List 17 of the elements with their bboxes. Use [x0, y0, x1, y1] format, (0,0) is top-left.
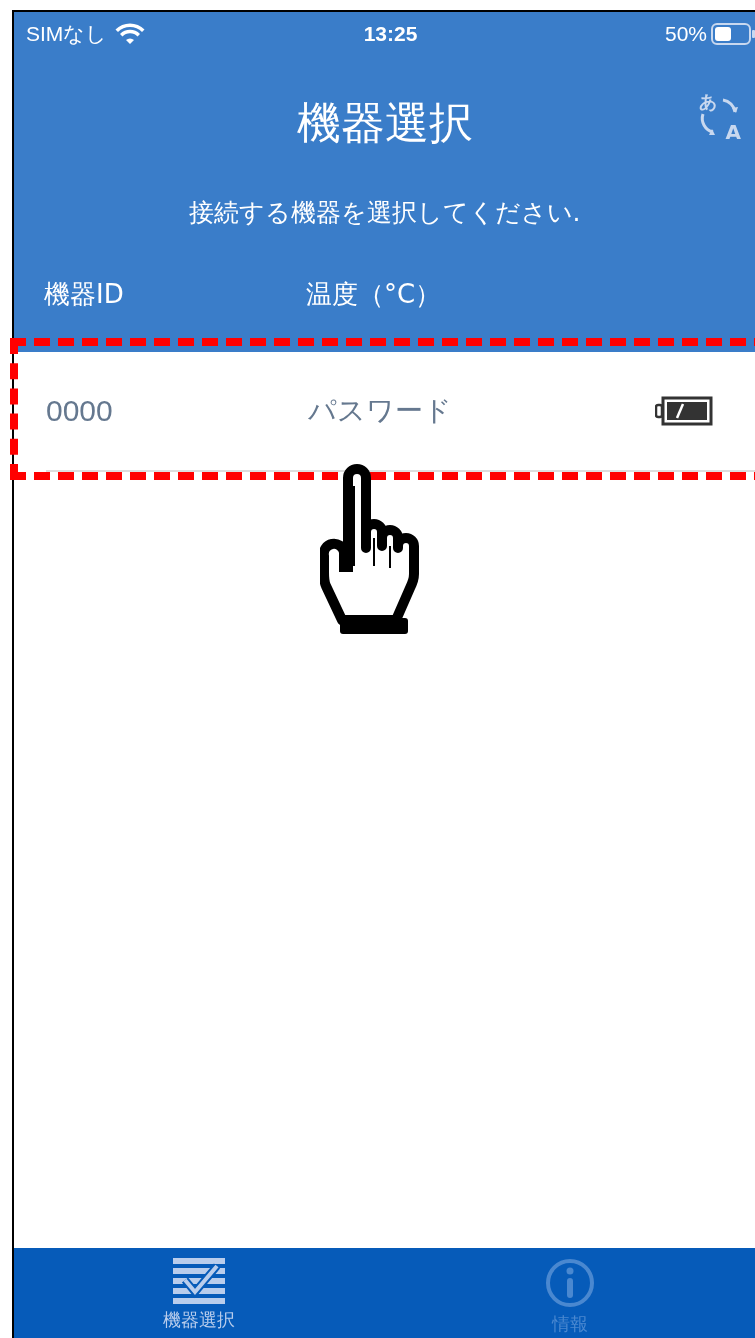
instruction-text: 接続する機器を選択してください. [187, 197, 582, 229]
tab[interactable]: 機器選択 [14, 1248, 385, 1338]
language-button[interactable]: あ A [697, 90, 741, 144]
column-header: 温度（°C） [306, 278, 442, 311]
battery-percent: 50% [664, 22, 707, 46]
wifi-icon [115, 23, 146, 45]
battery-icon [711, 23, 755, 45]
device-id: 0000 [46, 394, 114, 428]
carrier-label: SIMなし [26, 21, 108, 47]
info-icon [544, 1258, 595, 1308]
checklist-icon [173, 1258, 226, 1304]
column-header: 機器ID [44, 278, 125, 311]
battery-icon [655, 396, 713, 426]
screen-title: 機器選択 [296, 95, 473, 150]
device-row[interactable]: 0000 パスワード [46, 352, 755, 472]
clock-time: 13:25 [363, 22, 418, 46]
device-value: パスワード [308, 393, 453, 429]
